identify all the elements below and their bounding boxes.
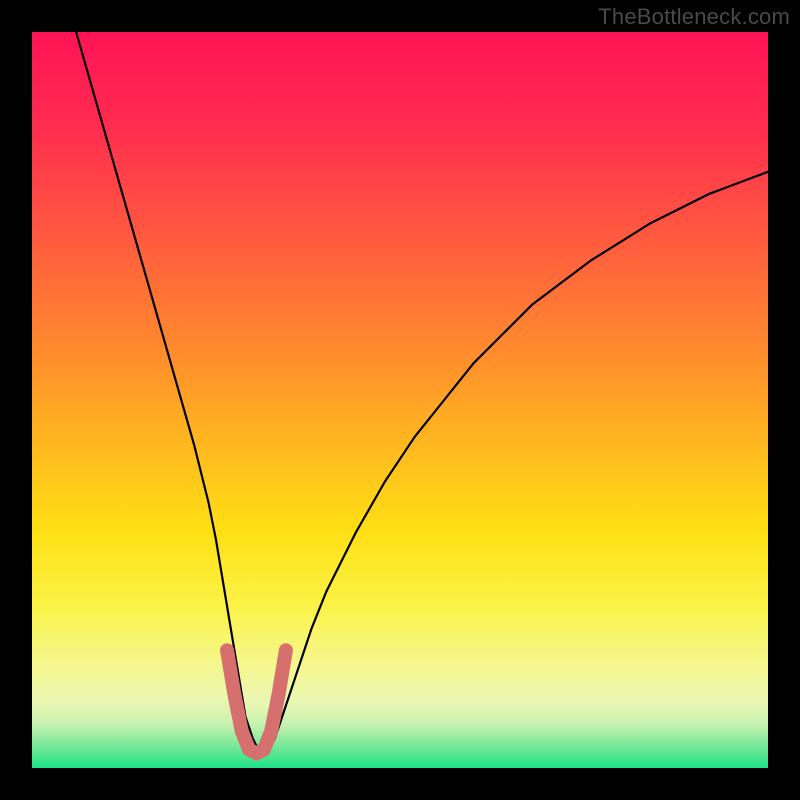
plot-area — [32, 32, 768, 768]
optimal-zone-highlight-path — [227, 650, 286, 753]
curve-layer — [32, 32, 768, 768]
chart-frame: TheBottleneck.com — [0, 0, 800, 800]
watermark-text: TheBottleneck.com — [598, 4, 790, 30]
bottleneck-curve-path — [76, 32, 768, 753]
